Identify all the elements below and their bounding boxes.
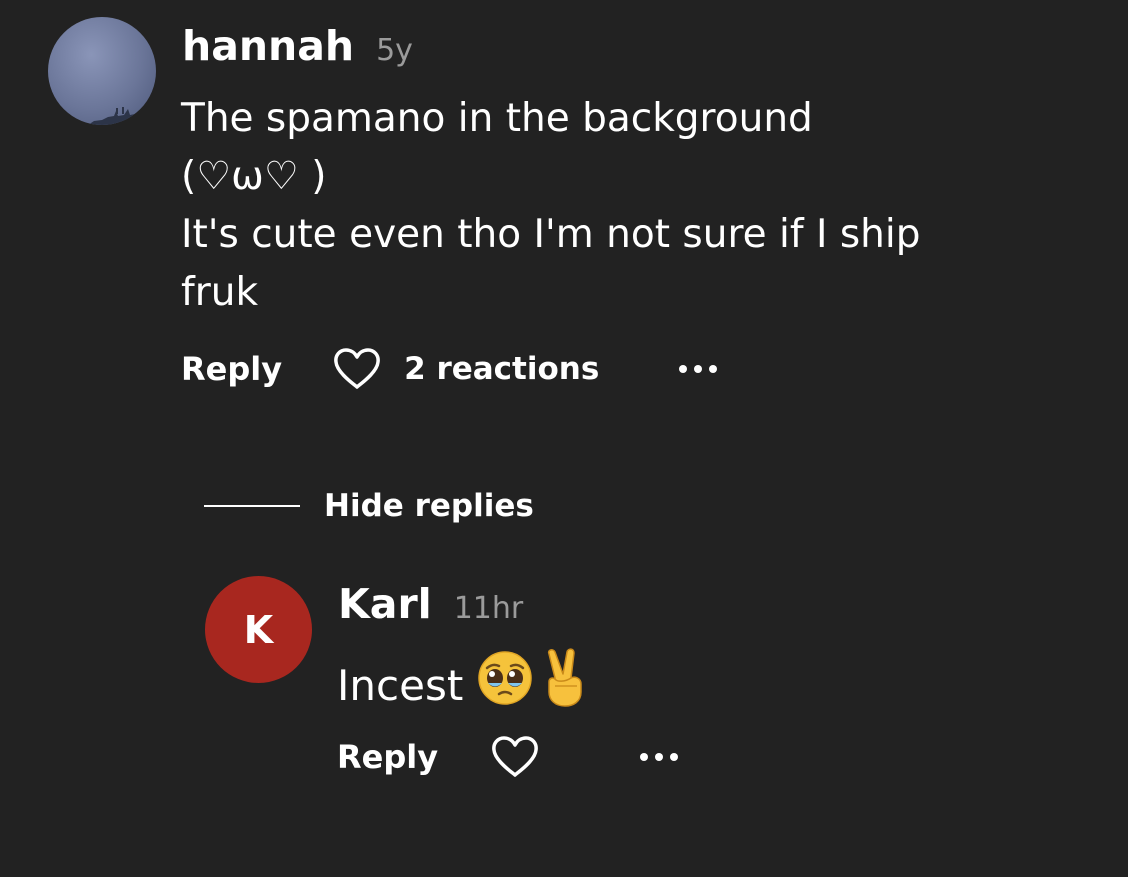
pleading-face-icon — [477, 650, 533, 721]
reply-body: Incest — [337, 648, 587, 723]
heart-icon[interactable] — [490, 735, 540, 779]
comment-body-line: The spamano in the background — [181, 96, 813, 141]
comments-page: hannah 5y The spamano in the background … — [0, 0, 1128, 877]
victory-hand-icon — [541, 648, 587, 723]
hide-replies-row: Hide replies — [204, 488, 534, 524]
more-options-icon[interactable] — [640, 753, 679, 761]
comment-body: The spamano in the background (♡ω♡ ) It'… — [181, 90, 1081, 322]
avatar-initial: K — [243, 607, 274, 652]
reply-button[interactable]: Reply — [337, 738, 438, 776]
more-options-icon[interactable] — [679, 365, 718, 373]
hide-replies-button[interactable]: Hide replies — [324, 488, 534, 524]
reply-header: Karl 11hr — [338, 580, 523, 628]
reply-body-text: Incest — [337, 660, 464, 710]
comment-body-line: (♡ω♡ ) — [181, 154, 327, 199]
comment-header: hannah 5y — [182, 22, 413, 70]
comment-timestamp: 5y — [376, 33, 413, 68]
comment-username[interactable]: hannah — [182, 22, 354, 70]
comment-body-line: It's cute even tho I'm not sure if I shi… — [181, 212, 921, 257]
reply-username[interactable]: Karl — [338, 580, 432, 628]
reactions-count[interactable]: 2 reactions — [404, 351, 599, 387]
heart-icon[interactable] — [332, 347, 382, 391]
user-avatar-hannah[interactable] — [48, 17, 156, 125]
divider — [204, 505, 300, 507]
reply-timestamp: 11hr — [453, 591, 524, 626]
comment-body-line: fruk — [181, 270, 259, 315]
reply-button[interactable]: Reply — [181, 350, 282, 388]
user-avatar-karl[interactable]: K — [205, 576, 312, 683]
reply-actions: Reply — [337, 735, 679, 779]
avatar-photo-silhouette — [88, 107, 156, 125]
comment-actions: Reply 2 reactions — [181, 347, 718, 391]
